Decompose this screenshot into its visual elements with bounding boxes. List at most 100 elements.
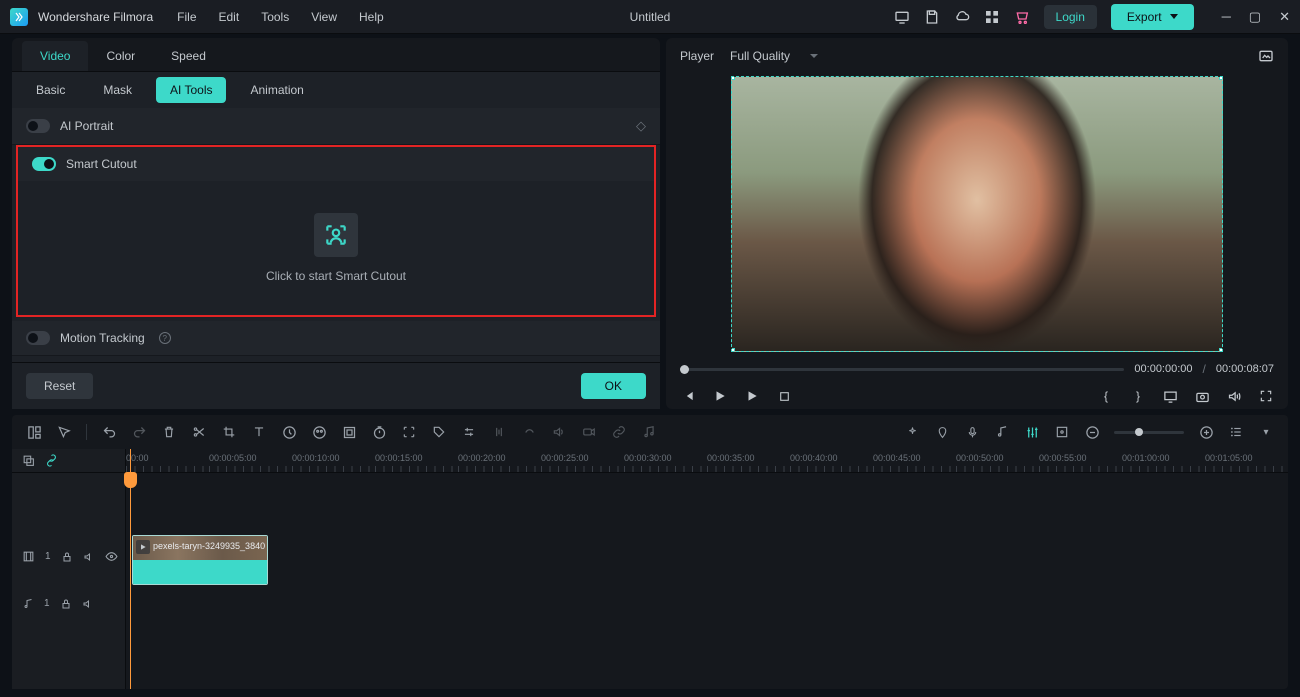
menu-more-icon[interactable]: ▾ [1258,424,1274,440]
menu-tools[interactable]: Tools [261,10,289,24]
menu-help[interactable]: Help [359,10,384,24]
apps-icon[interactable] [984,9,1000,25]
adjust-icon[interactable] [461,424,477,440]
music-note-icon[interactable] [641,424,657,440]
window-maximize[interactable]: ▢ [1249,9,1261,25]
screen-icon[interactable] [1162,388,1178,404]
fullscreen-icon[interactable] [1258,388,1274,404]
resize-handle-bl[interactable] [731,348,735,352]
login-button[interactable]: Login [1044,5,1097,29]
tag-icon[interactable] [431,424,447,440]
smart-cutout-toggle[interactable] [32,157,56,171]
preview-viewport[interactable] [731,76,1223,352]
music-icon[interactable] [994,424,1010,440]
smart-cutout-start[interactable]: Click to start Smart Cutout [18,181,654,315]
record-icon[interactable] [581,424,597,440]
ai-portrait-section[interactable]: AI Portrait ◇ [12,108,660,144]
resize-handle-tr[interactable] [1219,76,1223,80]
smart-cutout-section[interactable]: Smart Cutout [18,147,654,181]
mark-in-icon[interactable]: { [1098,388,1114,404]
export-label: Export [1127,10,1162,24]
prev-frame-icon[interactable] [680,388,696,404]
crop-icon[interactable] [221,424,237,440]
resize-handle-tl[interactable] [731,76,735,80]
motion-tracking-section[interactable]: Motion Tracking ? [12,321,660,355]
tab-speed[interactable]: Speed [153,41,224,71]
window-close[interactable]: ✕ [1279,9,1290,25]
tab-video[interactable]: Video [22,41,88,71]
menu-file[interactable]: File [177,10,196,24]
subtab-mask[interactable]: Mask [89,77,146,103]
ok-button[interactable]: OK [581,373,646,399]
chevron-down-icon [810,54,818,58]
subtab-animation[interactable]: Animation [236,77,317,103]
save-icon[interactable] [924,9,940,25]
lock-icon[interactable] [60,598,72,610]
color-icon[interactable] [311,424,327,440]
marker-icon[interactable] [934,424,950,440]
menu-edit[interactable]: Edit [219,10,240,24]
timer-icon[interactable] [371,424,387,440]
zoom-slider[interactable] [1114,431,1184,434]
next-frame-icon[interactable] [744,388,760,404]
device-icon[interactable] [894,9,910,25]
eye-icon[interactable] [105,550,118,563]
motion-tracking-label: Motion Tracking [60,331,145,345]
audio-detach-icon[interactable] [491,424,507,440]
playhead[interactable] [130,449,131,689]
stop-icon[interactable] [776,388,792,404]
mute-icon[interactable] [83,551,95,563]
cart-icon[interactable] [1014,9,1030,25]
snapshot-icon[interactable] [1258,48,1274,64]
zoom-out-icon[interactable] [1084,424,1100,440]
mute-icon[interactable] [82,598,94,610]
undo-icon[interactable] [101,424,117,440]
scrub-handle[interactable] [680,365,689,374]
green-screen-icon[interactable] [341,424,357,440]
cursor-icon[interactable] [56,424,72,440]
ruler-tick: 00:00:35:00 [707,449,790,472]
speed-icon[interactable] [281,424,297,440]
clip-play-icon [136,540,150,554]
lock-icon[interactable] [61,551,73,563]
keyframe-icon[interactable] [401,424,417,440]
chain-icon[interactable] [45,454,58,467]
link-icon[interactable] [611,424,627,440]
export-button[interactable]: Export [1111,4,1194,30]
timeline-clip[interactable]: pexels-taryn-3249935_3840 [132,535,268,585]
zoom-in-icon[interactable] [1198,424,1214,440]
quality-selector[interactable]: Full Quality [730,49,818,63]
window-minimize[interactable]: ─ [1222,9,1231,25]
layout-icon[interactable] [26,424,42,440]
mark-out-icon[interactable]: } [1130,388,1146,404]
redo-icon[interactable] [131,424,147,440]
reset-button[interactable]: Reset [26,373,93,399]
delete-icon[interactable] [161,424,177,440]
motion-tracking-toggle[interactable] [26,331,50,345]
text-icon[interactable] [251,424,267,440]
audio-ducking-icon[interactable] [521,424,537,440]
mic-icon[interactable] [964,424,980,440]
film-icon [22,550,35,563]
voice-icon[interactable] [551,424,567,440]
split-icon[interactable] [191,424,207,440]
subtab-basic[interactable]: Basic [22,77,79,103]
frame-icon[interactable] [1054,424,1070,440]
volume-icon[interactable] [1226,388,1242,404]
play-icon[interactable] [712,388,728,404]
scrub-bar[interactable] [680,368,1124,371]
mixer-icon[interactable] [1024,424,1040,440]
list-icon[interactable] [1228,424,1244,440]
camera-icon[interactable] [1194,388,1210,404]
tab-color[interactable]: Color [88,41,153,71]
copy-icon[interactable] [22,454,35,467]
subtab-ai-tools[interactable]: AI Tools [156,77,226,103]
resize-handle-br[interactable] [1219,348,1223,352]
ai-portrait-toggle[interactable] [26,119,50,133]
timeline-ruler[interactable]: 00:00 00:00:05:00 00:00:10:00 00:00:15:0… [126,449,1288,473]
cloud-icon[interactable] [954,9,970,25]
ai-sparkle-icon[interactable] [904,424,920,440]
help-icon[interactable]: ? [159,332,171,344]
menu-view[interactable]: View [311,10,337,24]
project-title: Untitled [630,10,671,24]
